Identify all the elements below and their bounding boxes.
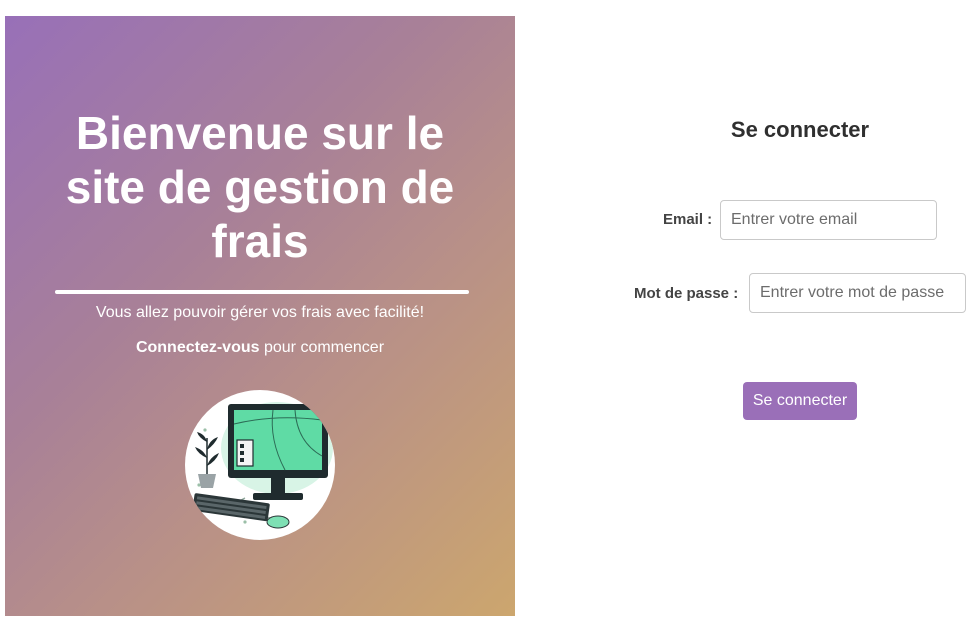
welcome-subtitle: Vous allez pouvoir gérer vos frais avec … xyxy=(95,304,425,321)
email-label: Email : xyxy=(663,211,713,228)
password-input[interactable] xyxy=(749,273,966,313)
login-submit-button[interactable]: Se connecter xyxy=(743,382,857,420)
welcome-panel: Bienvenue sur le site de gestion de frai… xyxy=(5,16,515,616)
title-divider xyxy=(55,290,469,294)
password-label: Mot de passe : xyxy=(634,285,739,302)
cta-strong-text: Connectez-vous xyxy=(135,339,260,356)
login-title: Se connecter xyxy=(730,117,870,142)
cta-rest-text: pour commencer xyxy=(259,339,385,356)
computer-desk-illustration-icon xyxy=(185,390,335,540)
email-input[interactable] xyxy=(720,200,937,240)
welcome-title: Bienvenue sur le site de gestion de frai… xyxy=(65,107,455,267)
welcome-cta: Connectez-vous pour commencer xyxy=(5,339,515,357)
login-page: Bienvenue sur le site de gestion de frai… xyxy=(0,0,973,619)
